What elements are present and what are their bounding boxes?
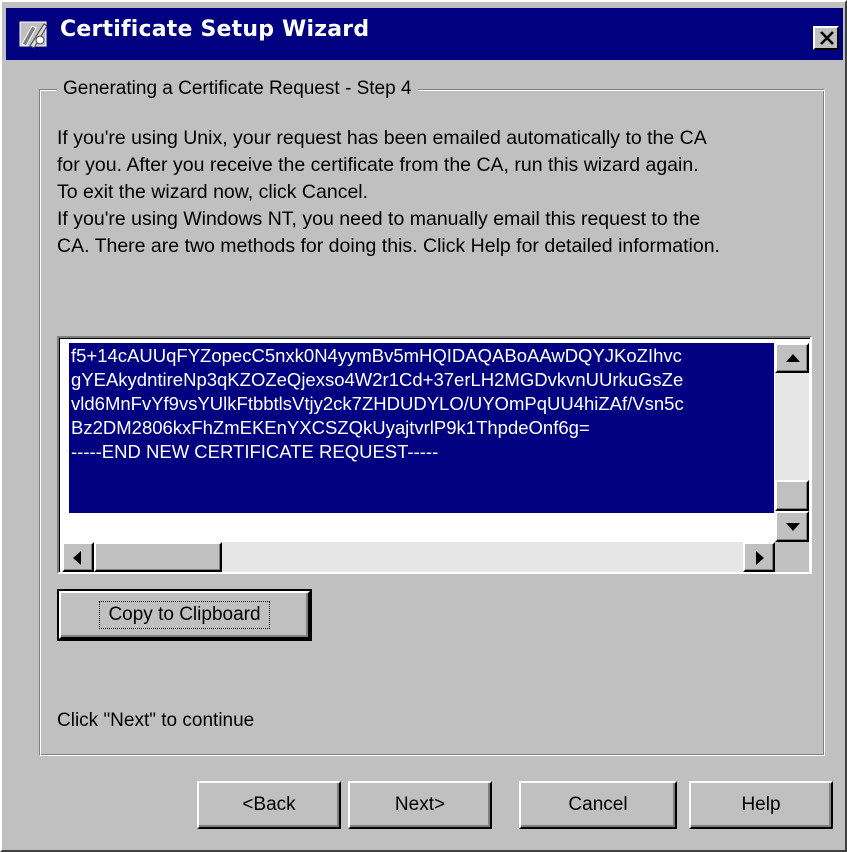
copy-button-label: Copy to Clipboard (99, 601, 270, 629)
certificate-request-textarea[interactable]: f5+14cAUUqFYZopecC5nxk0N4yymBv5mHQIDAQAB… (57, 336, 812, 574)
arrow-up-icon (786, 354, 800, 362)
arrow-down-icon (786, 523, 800, 531)
instruction-line: CA. There are two methods for doing this… (57, 235, 720, 257)
copy-to-clipboard-button[interactable]: Copy to Clipboard (57, 589, 312, 641)
instruction-line: To exit the wizard now, click Cancel. (57, 181, 369, 203)
window-title: Certificate Setup Wizard (60, 17, 370, 42)
instruction-line: If you're using Windows NT, you need to … (57, 208, 701, 230)
scroll-left-button[interactable] (62, 542, 94, 572)
help-button[interactable]: Help (689, 781, 833, 829)
close-icon (820, 31, 834, 45)
horizontal-scrollbar[interactable] (62, 542, 775, 572)
arrow-left-icon (73, 551, 81, 565)
request-line: gYEAkydntireNp3qKZOZeQjexso4W2r1Cd+37erL… (71, 369, 684, 390)
scroll-right-button[interactable] (743, 542, 775, 572)
continue-hint: Click "Next" to continue (57, 710, 255, 731)
vertical-scroll-thumb[interactable] (775, 480, 809, 511)
certificate-request-text[interactable]: f5+14cAUUqFYZopecC5nxk0N4yymBv5mHQIDAQAB… (71, 344, 776, 464)
group-title: Generating a Certificate Request - Step … (57, 78, 418, 100)
close-button[interactable] (813, 26, 839, 50)
request-line: -----END NEW CERTIFICATE REQUEST----- (71, 441, 439, 462)
cancel-button[interactable]: Cancel (519, 781, 677, 829)
scrollbar-corner (775, 542, 809, 572)
instruction-line: for you. After you receive the certifica… (57, 154, 699, 176)
back-button[interactable]: <Back (197, 781, 341, 829)
certificate-wizard-icon (19, 21, 48, 49)
arrow-right-icon (756, 551, 764, 565)
next-button[interactable]: Next> (348, 781, 492, 829)
instructions: If you're using Unix, your request has b… (57, 125, 827, 260)
request-line: vld6MnFvYf9vsYUlkFtbbtlsVtjy2ck7ZHDUDYLO… (71, 393, 684, 414)
wizard-window: Certificate Setup Wizard Generating a Ce… (0, 0, 847, 852)
instruction-line: If you're using Unix, your request has b… (57, 127, 707, 149)
vertical-scrollbar[interactable] (775, 343, 809, 542)
request-line: f5+14cAUUqFYZopecC5nxk0N4yymBv5mHQIDAQAB… (71, 345, 682, 366)
scroll-up-button[interactable] (775, 343, 809, 373)
title-bar[interactable]: Certificate Setup Wizard (6, 8, 843, 60)
request-line: Bz2DM2806kxFhZmEKEnYXCSZQkUyajtvrlP9k1Th… (71, 417, 590, 438)
scroll-down-button[interactable] (775, 511, 809, 542)
horizontal-scroll-thumb[interactable] (94, 542, 222, 572)
